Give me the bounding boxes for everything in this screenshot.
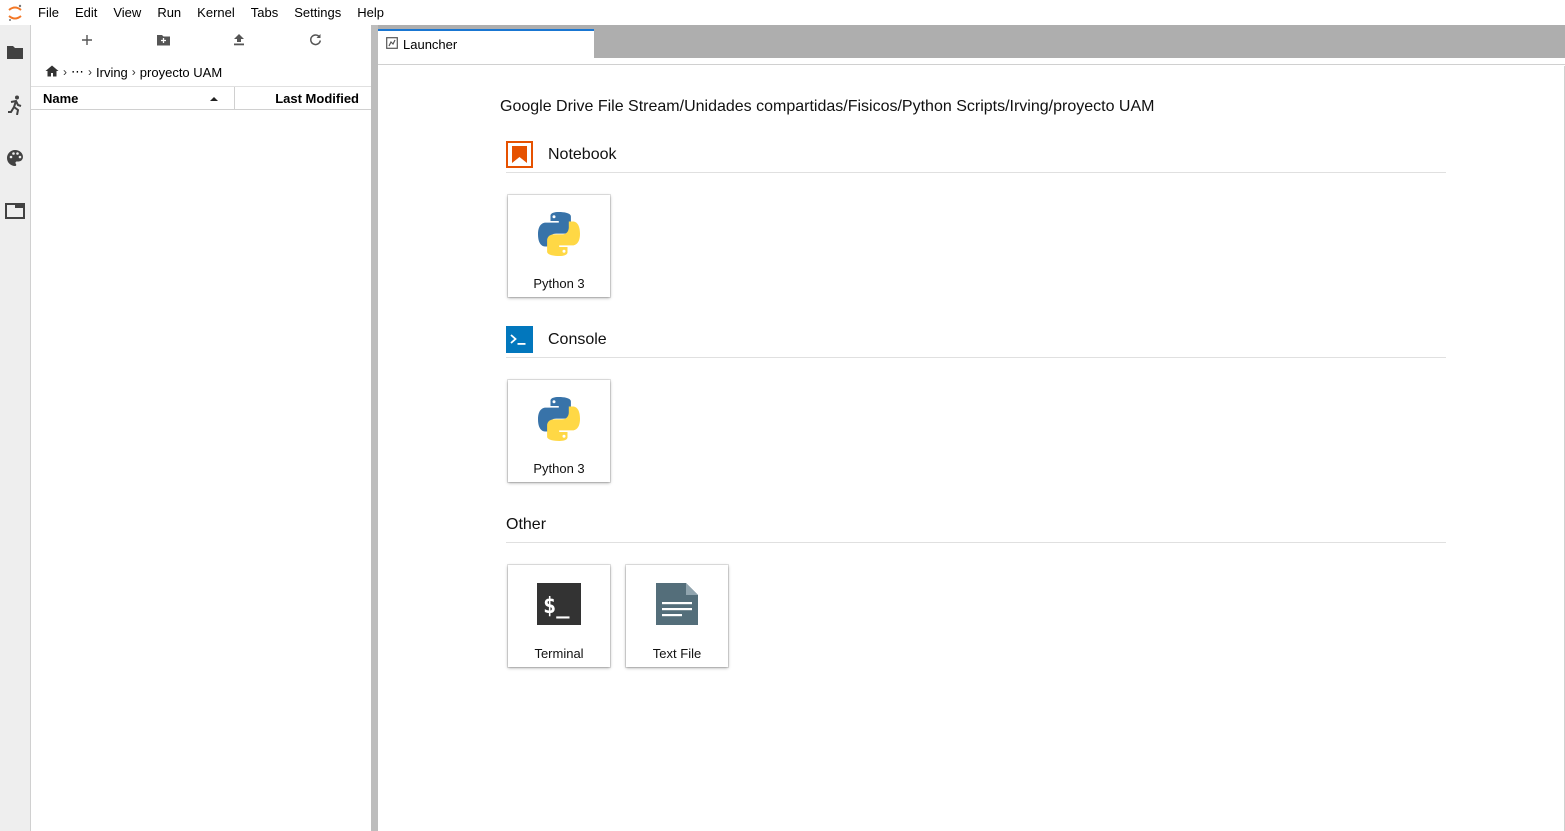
- card-label: Python 3: [533, 276, 585, 291]
- new-launcher-icon: [81, 33, 93, 51]
- section-title: Other: [506, 515, 547, 533]
- text-file-icon: [652, 579, 702, 629]
- section-other: Other: [506, 507, 1446, 543]
- new-folder-button[interactable]: [145, 31, 181, 53]
- menu-bar: File Edit View Run Kernel Tabs Settings …: [0, 0, 1565, 25]
- chevron-right-icon: ›: [88, 65, 92, 79]
- tabs-icon[interactable]: [0, 196, 30, 226]
- main-dock-area: Launcher Google Drive File Stream/Unidad…: [378, 25, 1565, 831]
- breadcrumb: › ⋯ › Irving › proyecto UAM: [45, 63, 222, 81]
- section-title: Notebook: [548, 145, 617, 163]
- activity-bar: [0, 25, 31, 831]
- menu-edit[interactable]: Edit: [67, 0, 105, 25]
- running-icon[interactable]: [0, 90, 30, 120]
- tab-launcher[interactable]: Launcher: [378, 29, 594, 58]
- svg-text:$_: $_: [543, 594, 570, 619]
- console-python3-card[interactable]: Python 3: [508, 380, 610, 482]
- refresh-icon: [309, 33, 322, 51]
- breadcrumb-item[interactable]: Irving: [96, 65, 128, 80]
- python-icon: [534, 209, 584, 259]
- section-notebook: Notebook: [506, 137, 1446, 173]
- menu-settings[interactable]: Settings: [286, 0, 349, 25]
- launcher-tab-icon: [386, 37, 398, 52]
- text-file-card[interactable]: Text File: [626, 565, 728, 667]
- menu-run[interactable]: Run: [149, 0, 189, 25]
- file-browser: › ⋯ › Irving › proyecto UAM Name Last Mo…: [31, 25, 371, 831]
- notebook-icon: [506, 141, 533, 168]
- console-icon: [506, 326, 533, 353]
- menu-help[interactable]: Help: [349, 0, 392, 25]
- chevron-right-icon: ›: [131, 65, 136, 79]
- launcher-panel: Google Drive File Stream/Unidades compar…: [378, 66, 1565, 831]
- menu-tabs[interactable]: Tabs: [243, 0, 286, 25]
- upload-icon: [233, 33, 245, 51]
- breadcrumb-ellipsis[interactable]: ⋯: [71, 64, 84, 80]
- caret-up-icon: [210, 87, 218, 117]
- section-console: Console: [506, 322, 1446, 358]
- file-browser-toolbar: [31, 25, 371, 57]
- tab-bar: Launcher: [378, 25, 1565, 58]
- terminal-icon: $_: [534, 579, 584, 629]
- card-label: Terminal: [534, 646, 584, 661]
- file-list-header: Name Last Modified: [31, 86, 371, 110]
- python-icon: [534, 394, 584, 444]
- panel-splitter[interactable]: [371, 25, 378, 831]
- new-folder-icon: [156, 33, 171, 51]
- card-label: Python 3: [533, 461, 585, 476]
- palette-icon[interactable]: [0, 143, 30, 173]
- column-name-label: Name: [43, 91, 79, 106]
- menu-kernel[interactable]: Kernel: [189, 0, 243, 25]
- home-icon[interactable]: [45, 65, 59, 80]
- chevron-right-icon: ›: [63, 65, 67, 79]
- menu-view[interactable]: View: [105, 0, 149, 25]
- column-modified-label: Last Modified: [275, 91, 359, 106]
- menu-file[interactable]: File: [30, 0, 67, 25]
- jupyter-logo-icon: [0, 0, 30, 25]
- terminal-card[interactable]: $_ Terminal: [508, 565, 610, 667]
- card-label: Text File: [652, 646, 702, 661]
- new-launcher-button[interactable]: [69, 31, 105, 53]
- section-title: Console: [548, 330, 607, 348]
- breadcrumb-item[interactable]: proyecto UAM: [140, 65, 222, 80]
- column-name[interactable]: Name: [31, 87, 235, 110]
- current-directory: Google Drive File Stream/Unidades compar…: [500, 98, 1155, 115]
- notebook-python3-card[interactable]: Python 3: [508, 195, 610, 297]
- refresh-button[interactable]: [297, 31, 333, 53]
- upload-button[interactable]: [221, 31, 257, 53]
- column-last-modified[interactable]: Last Modified: [235, 87, 371, 109]
- tab-label: Launcher: [403, 37, 458, 52]
- folder-icon[interactable]: [0, 37, 30, 67]
